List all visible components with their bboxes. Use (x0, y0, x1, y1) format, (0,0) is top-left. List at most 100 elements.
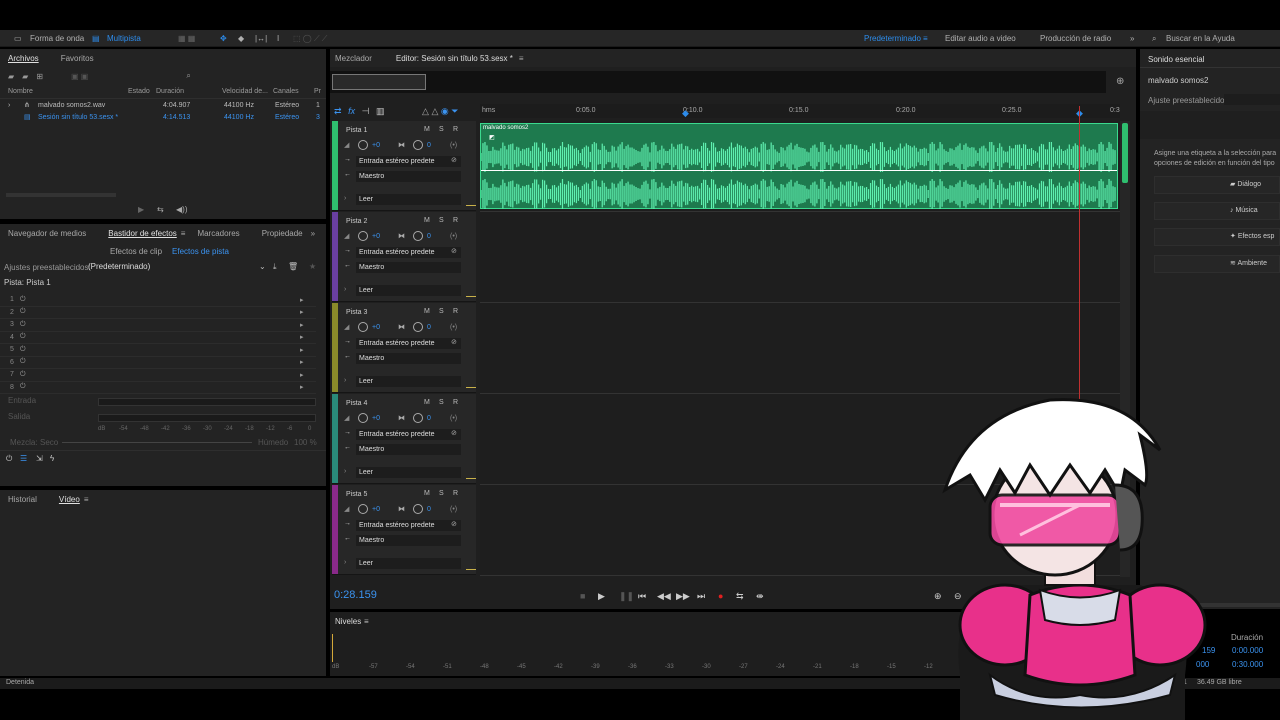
col-pr[interactable]: Pr (314, 88, 321, 95)
volume-knob[interactable] (358, 413, 368, 425)
ambience-button[interactable]: ≋ Ambiente (1154, 255, 1280, 273)
time-ruler[interactable]: hms 0:05.0 0:10.0 0:15.0 0:20.0 0:25.0 0… (480, 104, 1120, 118)
horizontal-scrollbar[interactable] (6, 193, 116, 197)
fx-icon[interactable]: fx (348, 106, 355, 116)
pan-knob[interactable] (413, 413, 423, 425)
solo-button[interactable]: S (439, 126, 444, 133)
workspace-default[interactable]: Predeterminado (864, 34, 921, 43)
effect-slot[interactable]: 4 ⏻ ▸ (0, 332, 316, 344)
waveform-icon[interactable]: ▭ (14, 34, 22, 43)
expand-icon[interactable]: › (344, 468, 346, 475)
power-icon[interactable]: ⏻ (20, 358, 26, 366)
eq-icon[interactable]: ▥ (376, 106, 385, 116)
file-row[interactable]: › ⋔ malvado somos2.wav 4:04.907 44100 Hz… (0, 99, 326, 111)
spectral-icon[interactable]: ▦ ▦ (178, 34, 195, 43)
waveform-view-button[interactable]: Forma de onda (30, 34, 84, 43)
output-dropdown[interactable]: Maestro (356, 171, 461, 182)
cue-marker-icon[interactable]: ◆ (682, 108, 689, 119)
monitor-icon[interactable]: (•) (450, 324, 457, 331)
power-icon[interactable]: ⏻ (20, 308, 26, 316)
audio-clip[interactable]: malvado somos2 ◩ (480, 123, 1118, 209)
effect-slot[interactable]: 2 ⏻ ▸ (0, 307, 316, 319)
stop-icon[interactable]: ■ (580, 591, 585, 601)
expand-icon[interactable]: › (344, 559, 346, 566)
move-tool-icon[interactable]: ✥ (220, 34, 227, 43)
tab-properties[interactable]: Propiedade (262, 229, 303, 238)
solo-button[interactable]: S (439, 217, 444, 224)
power-icon[interactable]: ⏻ (6, 454, 12, 464)
phase-icon[interactable]: ⊘ (451, 429, 457, 437)
input-dropdown[interactable]: Entrada estéreo predete (356, 429, 461, 440)
slip-tool-icon[interactable]: |↔| (255, 34, 267, 43)
phase-icon[interactable]: ⊘ (451, 338, 457, 346)
zoom-navigator-handle[interactable] (332, 74, 426, 90)
expand-icon[interactable]: › (8, 102, 10, 109)
input-dropdown[interactable]: Entrada estéreo predete (356, 520, 461, 531)
track-header[interactable]: Pista 4 M S R ◢ +0 ⧓ 0 (•) → Entrada estéreo prede… (332, 394, 476, 484)
workspace-radio[interactable]: Producción de radio (1040, 34, 1111, 43)
presets-dropdown[interactable]: (Predeterminado) (88, 262, 268, 271)
zoom-navigator[interactable] (330, 71, 1106, 93)
favorite-icon[interactable]: ★ (309, 262, 316, 271)
volume-knob[interactable] (358, 231, 368, 243)
music-button[interactable]: ♪ Música (1154, 202, 1280, 220)
panel-menu-icon[interactable]: ≡ (364, 617, 369, 626)
power-icon[interactable]: ⏻ (20, 296, 26, 304)
tab-clip-effects[interactable]: Efectos de clip (110, 247, 162, 256)
power-icon[interactable]: ⏻ (20, 383, 26, 391)
zoom-navigator-icon[interactable]: ⊕ (1116, 76, 1124, 87)
tab-files[interactable]: Archivos (8, 54, 39, 63)
workspace-menu-icon[interactable]: ≡ (923, 34, 928, 43)
tab-mixer[interactable]: Mezclador (335, 54, 372, 63)
output-dropdown[interactable]: Maestro (356, 353, 461, 364)
sync-icon[interactable]: ◉ (441, 106, 449, 116)
track-name[interactable]: Pista 3 (346, 309, 367, 316)
power-icon[interactable]: ⏻ (20, 321, 26, 329)
panel-menu-icon[interactable]: ≡ (181, 229, 186, 238)
volume-value[interactable]: +0 (372, 415, 380, 422)
loop-playback-icon[interactable]: ⇆ (736, 591, 744, 602)
track-name[interactable]: Pista 5 (346, 491, 367, 498)
input-dropdown[interactable]: Entrada estéreo predete (356, 156, 461, 167)
effect-slot[interactable]: 1 ⏻ ▸ (0, 294, 316, 307)
input-dropdown[interactable]: Entrada estéreo predete (356, 338, 461, 349)
effect-slot[interactable]: 7 ⏻ ▸ (0, 369, 316, 382)
volume-knob[interactable] (358, 504, 368, 516)
track-header[interactable]: Pista 5 M S R ◢ +0 ⧓ 0 (•) → Entrada estéreo prede… (332, 485, 476, 575)
marquee-icon[interactable]: ⬚ ◯ ⟋ ⟋ (293, 34, 327, 44)
loop-icon[interactable]: ⇆ (157, 205, 164, 214)
automation-mode-dropdown[interactable]: Leer (356, 194, 461, 205)
play-icon[interactable]: ▶ (598, 591, 605, 602)
file-row[interactable]: ▤ Sesión sin título 53.sesx * 4:14.513 4… (0, 111, 326, 123)
track-name[interactable]: Pista 2 (346, 218, 367, 225)
selection-duration-value[interactable]: 0:00.000 (1232, 646, 1263, 655)
skip-icon[interactable]: ⇼ (756, 591, 764, 602)
mute-button[interactable]: M (424, 217, 430, 224)
loop-icon[interactable]: ⇄ (334, 106, 342, 116)
tab-media-browser[interactable]: Navegador de medios (8, 229, 86, 238)
help-search-input[interactable]: Buscar en la Ayuda (1166, 34, 1235, 43)
tab-effects-rack[interactable]: Bastidor de efectos (108, 229, 176, 238)
pan-knob[interactable] (413, 322, 423, 334)
expand-icon[interactable]: › (344, 377, 346, 384)
monitor-icon[interactable]: (•) (450, 233, 457, 240)
monitor-icon[interactable]: (•) (450, 506, 457, 513)
filter-icon[interactable]: ⏷ (451, 106, 458, 116)
phase-icon[interactable]: ⊘ (451, 247, 457, 255)
power-icon[interactable]: ⏻ (20, 371, 26, 379)
track-header[interactable]: Pista 1 M S R ◢ +0 ⧓ 0 (•) → Entrada estéreo prede… (332, 121, 476, 211)
pan-value[interactable]: 0 (427, 142, 431, 149)
sends-icon[interactable]: ⊣ (362, 106, 370, 116)
col-name[interactable]: Nombre (8, 88, 33, 95)
phase-icon[interactable]: ⊘ (451, 156, 457, 164)
expand-icon[interactable]: › (344, 286, 346, 293)
filter-search-icon[interactable]: ⌕ (186, 71, 190, 81)
power-icon[interactable]: ⏻ (20, 346, 26, 354)
volume-knob[interactable] (358, 322, 368, 334)
effect-slot[interactable]: 5 ⏻ ▸ (0, 344, 316, 357)
panel-menu-icon[interactable]: ≡ (519, 54, 524, 63)
monitor-icon[interactable]: (•) (450, 142, 457, 149)
multitrack-icon[interactable]: ▤ (92, 34, 100, 43)
col-rate[interactable]: Velocidad de... (222, 88, 268, 95)
col-status[interactable]: Estado (128, 88, 150, 95)
